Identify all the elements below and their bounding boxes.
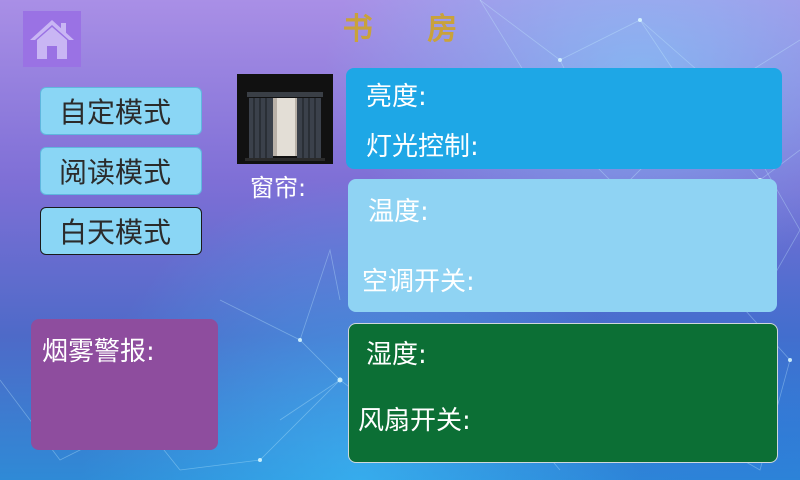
brightness-label: 亮度: [366,82,427,112]
daytime-mode-button[interactable]: 白天模式 [40,207,202,255]
fan-panel: 湿度: 风扇开关: [348,323,778,463]
reading-mode-button[interactable]: 阅读模式 [40,147,202,195]
smoke-alarm-panel: 烟雾警报: [31,319,218,450]
ac-switch-label: 空调开关: [362,267,475,297]
temperature-label: 温度: [368,197,429,227]
light-control-panel: 亮度: 灯光控制: [346,68,782,169]
reading-mode-label: 阅读模式 [59,156,172,189]
air-conditioner-panel: 温度: 空调开关: [348,179,777,312]
curtain-label: 窗帘: [250,174,307,202]
custom-mode-label: 自定模式 [59,96,172,129]
custom-mode-button[interactable]: 自定模式 [40,87,202,135]
curtain-icon [237,74,333,164]
page-title: 书 房 [342,12,480,47]
smoke-alarm-label: 烟雾警报: [42,337,155,367]
curtain-button[interactable] [237,74,333,164]
fan-switch-label: 风扇开关: [358,406,471,436]
light-control-label: 灯光控制: [366,132,479,162]
daytime-mode-label: 白天模式 [59,216,172,249]
humidity-label: 湿度: [366,340,427,370]
